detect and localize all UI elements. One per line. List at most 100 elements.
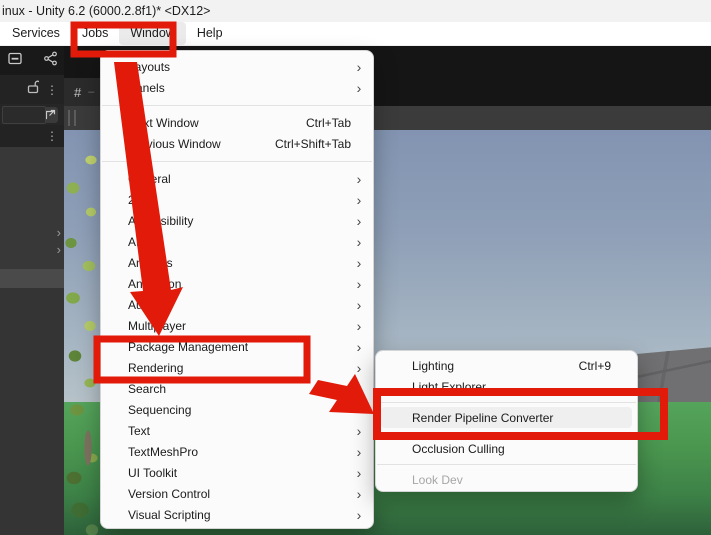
menu-item-shortcut: Ctrl+Shift+Tab	[274, 136, 351, 151]
submenu-chevron-icon: ›	[356, 380, 362, 397]
menu-item-version-control[interactable]: Version Control ›	[101, 483, 373, 504]
window-title: inux - Unity 6.2 (6000.2.8f1)* <DX12>	[2, 4, 211, 18]
menu-separator	[376, 397, 637, 407]
package-tray-icon[interactable]	[8, 52, 22, 70]
menu-item-panels[interactable]: Panels ›	[101, 77, 373, 98]
menu-item-label: Sequencing	[128, 402, 192, 417]
menu-item-search[interactable]: Search ›	[101, 378, 373, 399]
menu-item-ui-toolkit[interactable]: UI Toolkit ›	[101, 462, 373, 483]
left-dock-panel: ⋮ ⋮ › ›	[0, 46, 64, 535]
menu-item-label: Next Window	[128, 115, 199, 130]
menu-item-label: Audio	[128, 297, 159, 312]
hierarchy-lower-area	[0, 288, 64, 535]
rendering-submenu: Lighting Ctrl+9 Light Explorer Render Pi…	[375, 350, 638, 492]
menu-bar-label: Services	[12, 26, 60, 40]
toolbar-drag-handle-icon[interactable]	[68, 110, 78, 126]
menu-item-sequencing[interactable]: Sequencing	[101, 399, 373, 420]
submenu-chevron-icon: ›	[356, 275, 362, 292]
menu-item-label: General	[128, 171, 171, 186]
menu-item-label: UI Toolkit	[128, 465, 178, 480]
dock-header-row: ⋮	[0, 75, 64, 104]
menu-item-label: Occlusion Culling	[412, 441, 505, 456]
menu-item-general[interactable]: General ›	[101, 168, 373, 189]
menubar-item-help[interactable]: Help	[186, 22, 234, 45]
submenu-item-lighting[interactable]: Lighting Ctrl+9	[376, 355, 637, 376]
menu-item-previous-window[interactable]: Previous Window Ctrl+Shift+Tab	[101, 133, 373, 154]
submenu-chevron-icon: ›	[356, 464, 362, 481]
menu-item-label: Rendering	[128, 360, 184, 375]
menu-item-label: Accessibility	[128, 213, 194, 228]
menu-item-2d[interactable]: 2D ›	[101, 189, 373, 210]
scene-tab[interactable]: # –	[64, 78, 100, 106]
submenu-chevron-icon: ›	[356, 233, 362, 250]
submenu-chevron-icon: ›	[356, 296, 362, 313]
menu-item-label: Package Management	[128, 339, 249, 354]
menu-item-textmeshpro[interactable]: TextMeshPro ›	[101, 441, 373, 462]
menu-separator	[101, 154, 373, 168]
unity-editor-window: inux - Unity 6.2 (6000.2.8f1)* <DX12> Se…	[0, 0, 711, 535]
foldout-chevron-icon[interactable]: ›	[57, 243, 61, 256]
scene-tab-dash: –	[88, 86, 95, 98]
menu-item-shortcut: Ctrl+Tab	[305, 115, 351, 130]
menu-item-label: Panels	[128, 80, 165, 95]
unlock-icon[interactable]	[27, 80, 41, 99]
menu-item-multiplayer[interactable]: Multiplayer ›	[101, 315, 373, 336]
menu-item-label: Visual Scripting	[128, 507, 211, 522]
version-control-branch-icon[interactable]	[43, 51, 58, 71]
menu-item-label: Render Pipeline Converter	[412, 410, 554, 425]
submenu-chevron-icon: ›	[356, 212, 362, 229]
submenu-chevron-icon: ›	[356, 359, 362, 376]
kebab-menu-icon[interactable]: ⋮	[46, 84, 58, 96]
menu-item-label: Look Dev	[412, 472, 463, 487]
menu-item-next-window[interactable]: Next Window Ctrl+Tab	[101, 112, 373, 133]
menu-separator	[376, 428, 637, 438]
foldout-chevron-icon[interactable]: ›	[57, 226, 61, 239]
menu-item-label: Layouts	[128, 59, 171, 74]
menu-item-label: Multiplayer	[128, 318, 187, 333]
menu-item-label: Analysis	[128, 255, 173, 270]
submenu-chevron-icon: ›	[356, 338, 362, 355]
menu-item-text[interactable]: Text ›	[101, 420, 373, 441]
submenu-item-render-pipeline-converter[interactable]: Render Pipeline Converter	[381, 407, 632, 428]
menu-item-label: AI	[128, 234, 140, 249]
menu-item-accessibility[interactable]: Accessibility ›	[101, 210, 373, 231]
menu-item-label: TextMeshPro	[128, 444, 199, 459]
menu-item-layouts[interactable]: Layouts ›	[101, 56, 373, 77]
menu-item-label: 2D	[128, 192, 144, 207]
submenu-item-light-explorer[interactable]: Light Explorer	[376, 376, 637, 397]
menubar-item-services[interactable]: Services	[1, 22, 71, 45]
dock-options-row: ⋮	[0, 125, 64, 147]
kebab-menu-icon[interactable]: ⋮	[46, 130, 58, 142]
menu-item-label: Animation	[128, 276, 182, 291]
dock-toolbar	[0, 46, 64, 75]
menu-item-label: Search	[128, 381, 167, 396]
scene-tree	[64, 148, 98, 535]
menu-item-audio[interactable]: Audio ›	[101, 294, 373, 315]
submenu-item-look-dev[interactable]: Look Dev	[376, 469, 637, 490]
menubar-item-window[interactable]: Window	[119, 22, 186, 45]
menu-bar-label: Help	[196, 26, 223, 40]
menu-item-visual-scripting[interactable]: Visual Scripting ›	[101, 504, 373, 525]
menu-item-label: Version Control	[128, 486, 211, 501]
search-field[interactable]	[2, 106, 46, 124]
menu-item-label: Previous Window	[128, 136, 221, 151]
hierarchy-selected-row[interactable]	[0, 269, 64, 288]
dock-search-row	[0, 104, 64, 125]
menu-item-label: Light Explorer	[412, 379, 487, 394]
menubar-item-jobs[interactable]: Jobs	[71, 22, 119, 45]
submenu-chevron-icon: ›	[356, 191, 362, 208]
menu-item-package-management[interactable]: Package Management ›	[101, 336, 373, 357]
submenu-chevron-icon: ›	[356, 485, 362, 502]
menu-separator	[101, 98, 373, 112]
menu-item-rendering[interactable]: Rendering ›	[101, 357, 373, 378]
submenu-chevron-icon: ›	[356, 443, 362, 460]
menu-item-animation[interactable]: Animation ›	[101, 273, 373, 294]
menu-item-analysis[interactable]: Analysis ›	[101, 252, 373, 273]
menu-item-ai[interactable]: AI ›	[101, 231, 373, 252]
submenu-chevron-icon: ›	[356, 317, 362, 334]
window-menu-dropdown: Layouts › Panels › Next Window Ctrl+Tab …	[100, 50, 374, 529]
menu-bar-label: Window	[130, 26, 175, 40]
submenu-item-occlusion-culling[interactable]: Occlusion Culling	[376, 438, 637, 459]
scene-tab-icon: #	[74, 84, 82, 100]
menu-bar-label: Jobs	[81, 26, 109, 40]
